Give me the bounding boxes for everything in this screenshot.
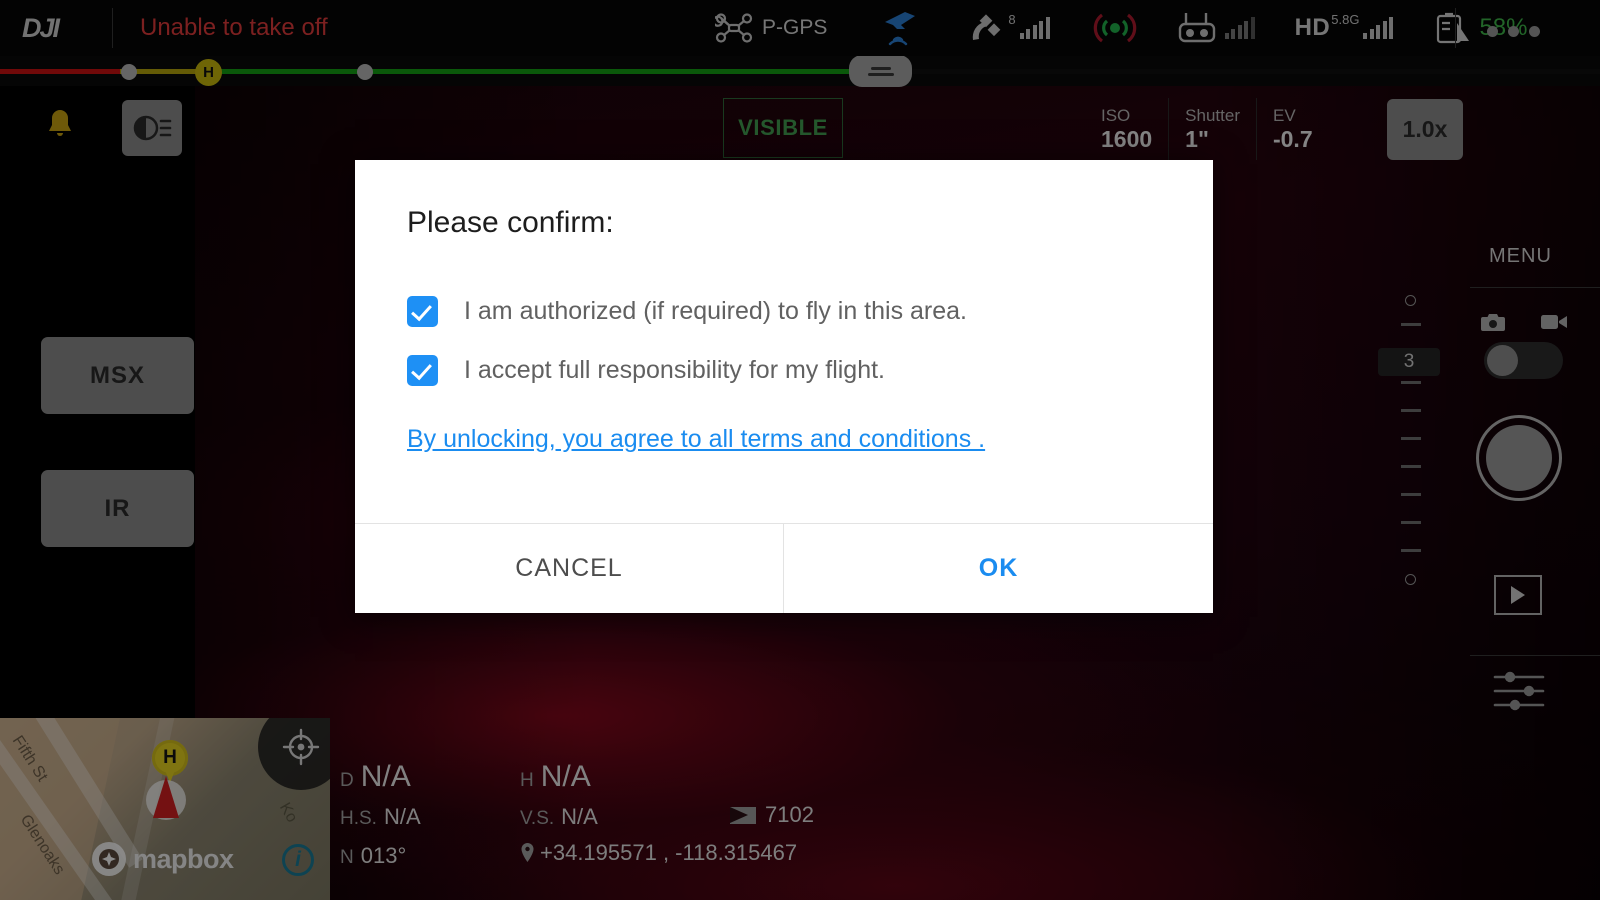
checkbox-authorized-label: I am authorized (if required) to fly in … — [464, 297, 968, 325]
ok-button[interactable]: OK — [784, 524, 1213, 613]
checkbox-responsibility[interactable] — [407, 355, 438, 386]
dialog-title: Please confirm: — [407, 206, 614, 239]
checkbox-responsibility-label: I accept full responsibility for my flig… — [464, 356, 885, 384]
checkbox-row-authorized[interactable]: I am authorized (if required) to fly in … — [407, 296, 967, 327]
dji-fly-app: DJI Unable to take off P-GPS 8 HD 5.8G 5… — [0, 0, 1600, 900]
confirm-dialog: Please confirm: I am authorized (if requ… — [355, 160, 1213, 613]
terms-and-conditions-link[interactable]: By unlocking, you agree to all terms and… — [407, 425, 985, 454]
checkbox-authorized[interactable] — [407, 296, 438, 327]
cancel-button[interactable]: CANCEL — [355, 524, 783, 613]
checkbox-row-responsibility[interactable]: I accept full responsibility for my flig… — [407, 355, 885, 386]
